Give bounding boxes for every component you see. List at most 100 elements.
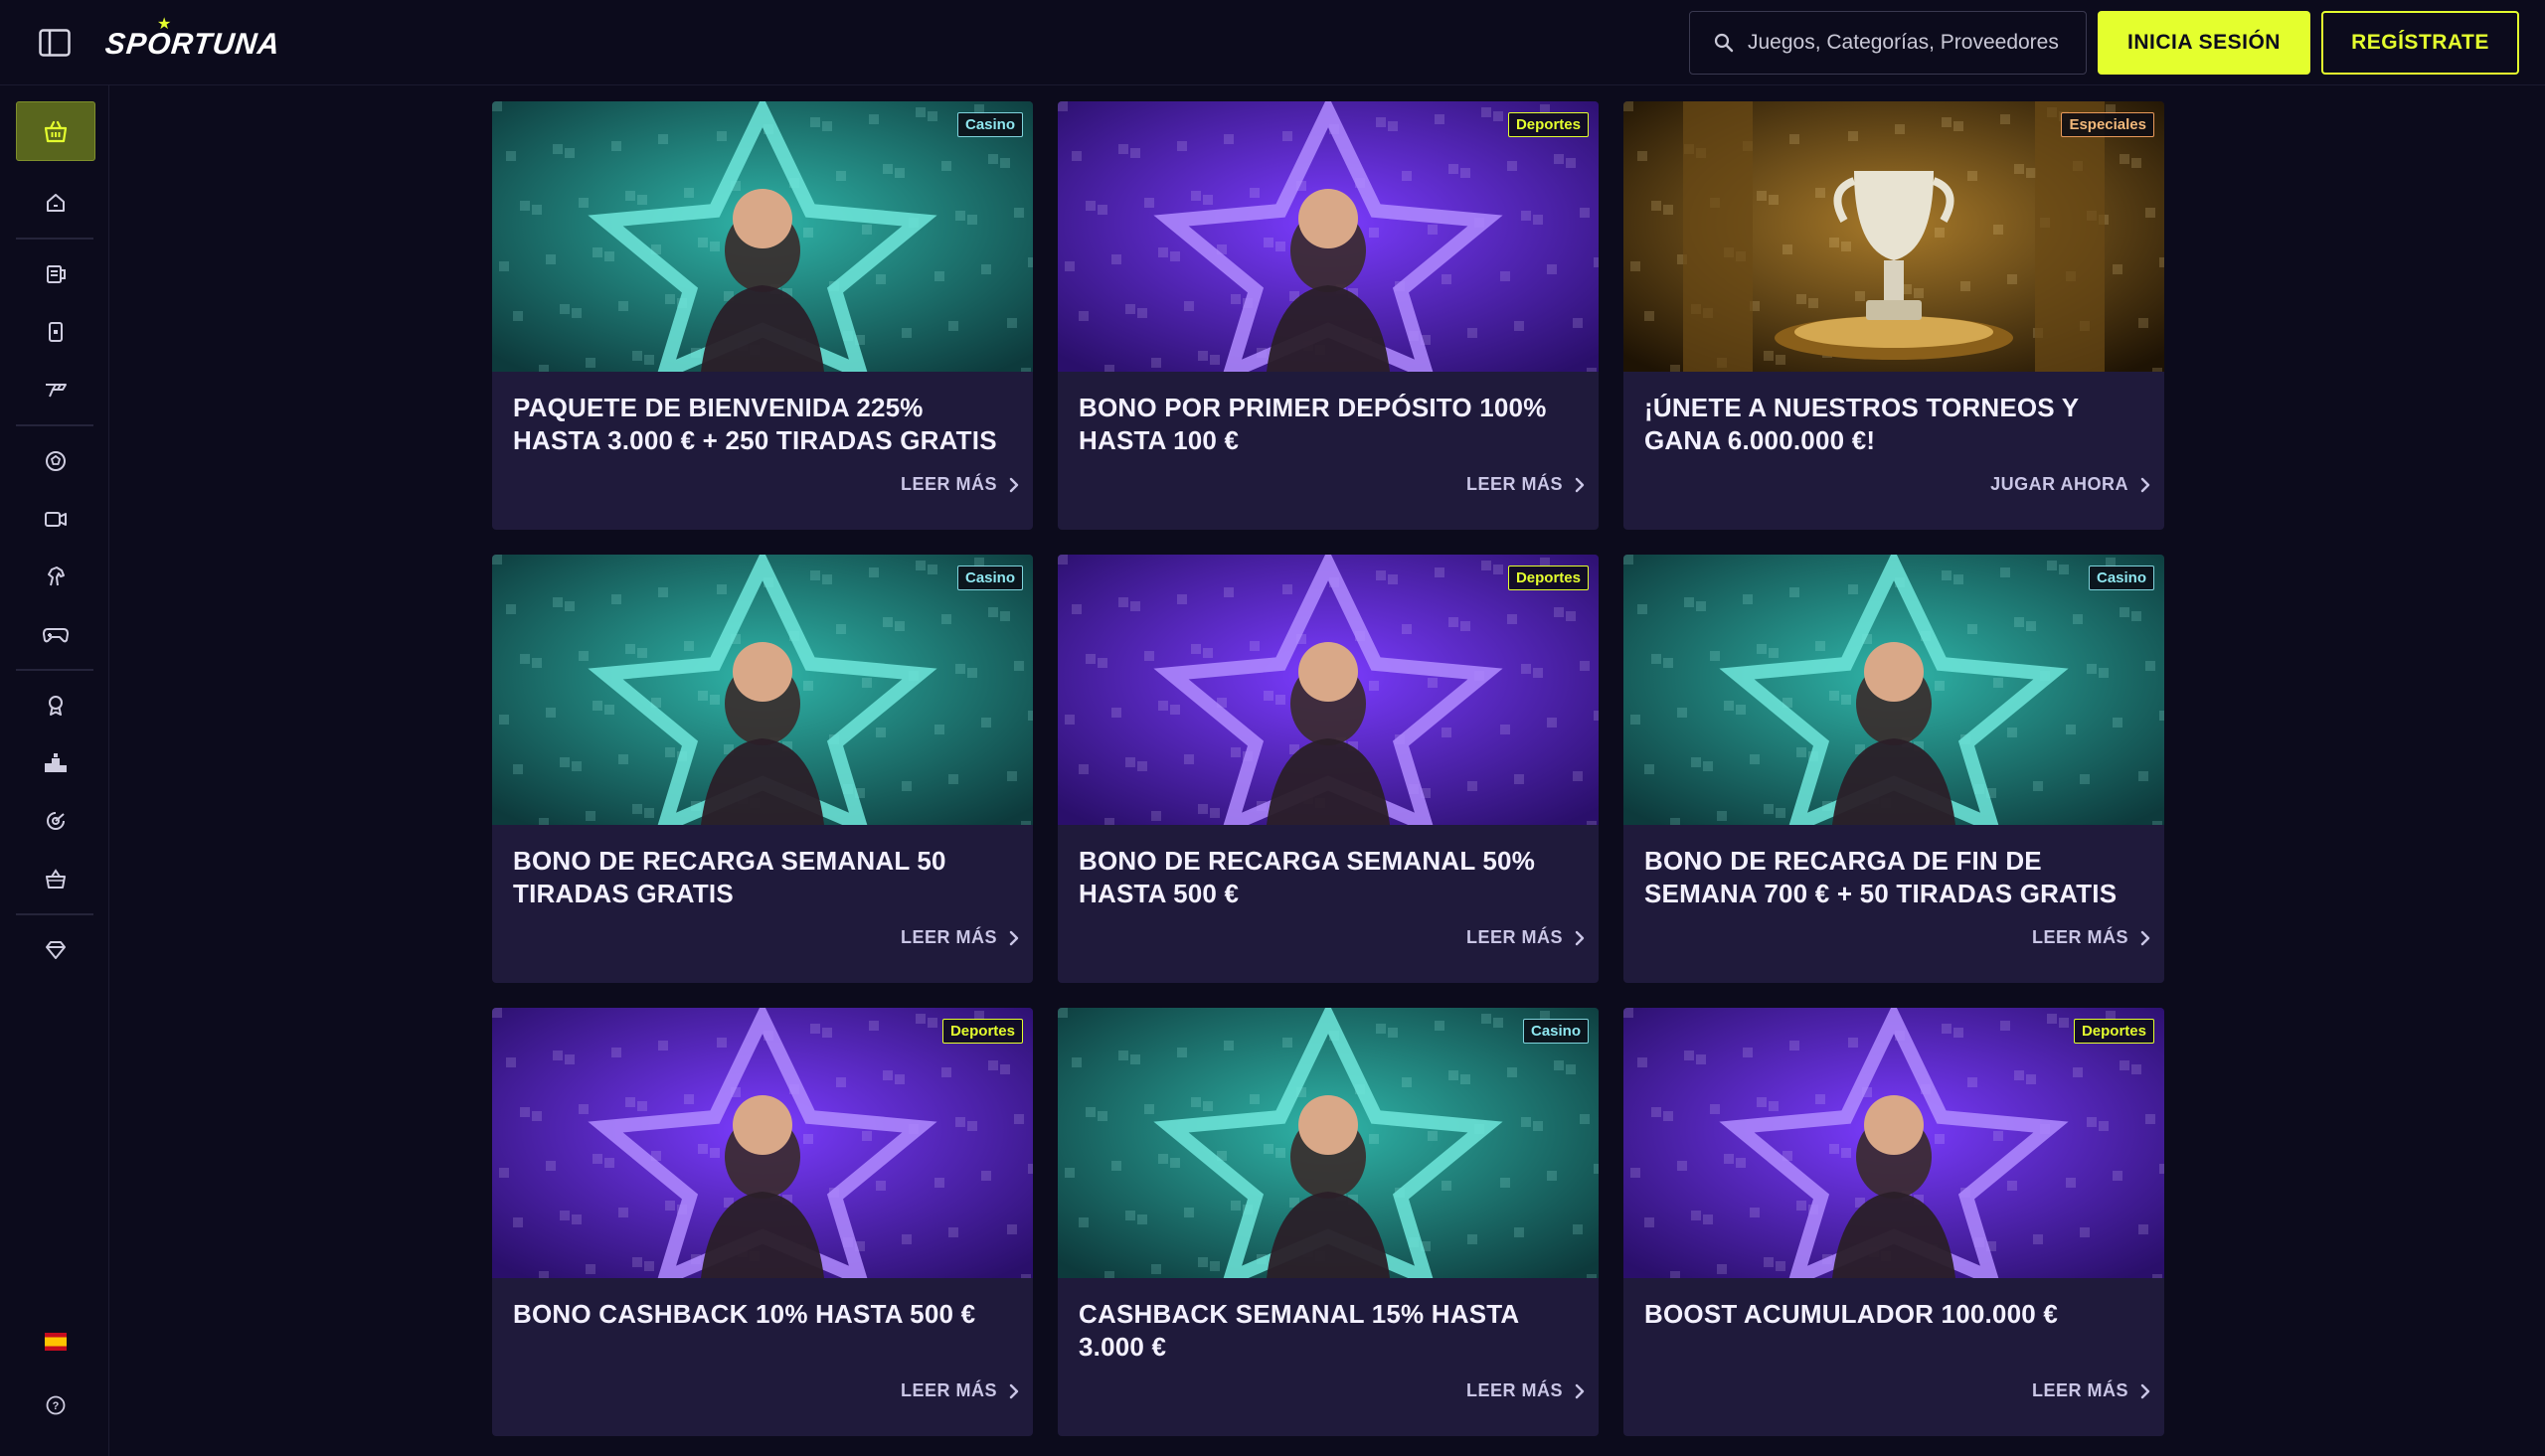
promo-read-more-link[interactable]: LEER MÁS [2032, 927, 2150, 948]
chevron-right-icon [1575, 1383, 1585, 1398]
help-button[interactable]: ? [16, 1379, 95, 1431]
promo-read-more-link[interactable]: LEER MÁS [901, 1380, 1019, 1401]
sidebar-item-rewards[interactable] [16, 680, 95, 731]
betslip-icon [47, 265, 66, 283]
promo-card[interactable]: Casino BONO DE RECARGA SEMANAL 50 TIRADA… [492, 555, 1033, 983]
brand-logo[interactable]: ★ SPORTUNA [103, 16, 282, 68]
sidebar-item-betslip[interactable] [16, 248, 95, 300]
gift-basket-icon [44, 120, 68, 143]
category-badge: Especiales [2061, 112, 2154, 137]
sidebar-toggle-icon[interactable] [38, 28, 72, 58]
promo-image [492, 101, 1033, 372]
sidebar-item-boost[interactable] [16, 364, 95, 415]
promo-image [492, 555, 1033, 825]
promo-image-wrap [1623, 1008, 2164, 1278]
phone-card-icon [49, 322, 63, 342]
promo-title: PAQUETE DE BIENVENIDA 225% HASTA 3.000 €… [513, 393, 997, 455]
chevron-right-icon [1009, 477, 1019, 492]
promo-link-label: LEER MÁS [900, 1380, 997, 1400]
promo-link-label: LEER MÁS [1465, 474, 1563, 494]
sidebar-item-vip[interactable] [16, 924, 95, 976]
gamepad-icon [43, 628, 69, 643]
search-input[interactable] [1748, 31, 2066, 55]
promo-read-more-link[interactable]: LEER MÁS [901, 474, 1019, 495]
podium-icon [45, 753, 67, 772]
promo-link-label: LEER MÁS [1465, 1380, 1563, 1400]
language-selector[interactable] [16, 1316, 95, 1368]
promo-card[interactable]: Deportes BONO CASHBACK 10% HASTA 500 € L… [492, 1008, 1033, 1436]
help-icon: ? [46, 1395, 66, 1415]
sidebar-item-home[interactable] [16, 177, 95, 229]
promo-read-more-link[interactable]: LEER MÁS [901, 927, 1019, 948]
sidebar-item-promotions[interactable] [16, 101, 95, 161]
promo-image-wrap [1058, 1008, 1599, 1278]
promo-image-wrap [1623, 555, 2164, 825]
live-camera-icon [45, 512, 67, 527]
promo-title: ¡ÚNETE A NUESTROS TORNEOS Y GANA 6.000.0… [1644, 393, 2079, 455]
wheel-icon [47, 812, 65, 830]
spain-flag-icon [45, 1333, 67, 1351]
promo-read-more-link[interactable]: JUGAR AHORA [1990, 474, 2150, 495]
promo-image [1058, 555, 1599, 825]
chevron-right-icon [2140, 930, 2150, 945]
promo-card[interactable]: Casino CASHBACK SEMANAL 15% HASTA 3.000 … [1058, 1008, 1599, 1436]
category-badge: Deportes [1507, 112, 1589, 137]
promo-image [1623, 1008, 2164, 1278]
promo-read-more-link[interactable]: LEER MÁS [2032, 1380, 2150, 1401]
category-badge: Casino [956, 566, 1023, 590]
svg-text:?: ? [53, 1400, 60, 1412]
promo-read-more-link[interactable]: LEER MÁS [1466, 474, 1585, 495]
promo-card[interactable]: Especiales ¡ÚNETE A NUESTROS TORNEOS Y G… [1623, 101, 2164, 530]
promo-title: BOOST ACUMULADOR 100.000 € [1644, 1299, 2058, 1329]
promo-image-wrap [492, 1008, 1033, 1278]
promo-card[interactable]: Casino BONO DE RECARGA DE FIN DE SEMANA … [1623, 555, 2164, 983]
promo-image [1623, 101, 2164, 372]
sidebar-item-esports[interactable] [16, 608, 95, 660]
promo-link-label: LEER MÁS [2031, 1380, 2128, 1400]
promo-image-wrap [1623, 101, 2164, 372]
login-button[interactable]: INICIA SESIÓN [2098, 11, 2310, 75]
register-button[interactable]: REGÍSTRATE [2321, 11, 2519, 75]
promo-title: BONO POR PRIMER DEPÓSITO 100% HASTA 100 … [1079, 393, 1547, 455]
chevron-right-icon [1575, 930, 1585, 945]
sidebar-divider [16, 424, 93, 426]
promo-link-label: LEER MÁS [900, 927, 997, 947]
sidebar-item-wheel[interactable] [16, 795, 95, 847]
promo-link-label: LEER MÁS [1465, 927, 1563, 947]
logo-text: SPORTUNA [103, 28, 282, 61]
promo-read-more-link[interactable]: LEER MÁS [1466, 1380, 1585, 1401]
promo-card[interactable]: Deportes BOOST ACUMULADOR 100.000 € LEER… [1623, 1008, 2164, 1436]
promo-read-more-link[interactable]: LEER MÁS [1466, 927, 1585, 948]
promo-card[interactable]: Casino PAQUETE DE BIENVENIDA 225% HASTA … [492, 101, 1033, 530]
sidebar-item-live[interactable] [16, 493, 95, 545]
promo-image [1058, 1008, 1599, 1278]
category-badge: Casino [956, 112, 1023, 137]
sidebar-item-shop[interactable] [16, 853, 95, 904]
promo-image [1058, 101, 1599, 372]
promo-image-wrap [492, 555, 1033, 825]
left-sidebar: ? [0, 85, 109, 1456]
sidebar-item-mobile[interactable] [16, 306, 95, 358]
promo-title: BONO CASHBACK 10% HASTA 500 € [513, 1299, 976, 1329]
promo-title: BONO DE RECARGA SEMANAL 50 TIRADAS GRATI… [513, 846, 946, 908]
horse-icon [48, 566, 65, 586]
chevron-right-icon [1009, 930, 1019, 945]
diamond-icon [46, 941, 66, 959]
promo-link-label: LEER MÁS [900, 474, 997, 494]
sidebar-item-racing[interactable] [16, 551, 95, 602]
search-icon [1714, 33, 1734, 53]
promo-link-label: JUGAR AHORA [1990, 474, 2128, 494]
category-badge: Deportes [1507, 566, 1589, 590]
sidebar-item-tournaments[interactable] [16, 737, 95, 789]
sidebar-divider [16, 238, 93, 240]
promo-card[interactable]: Deportes BONO POR PRIMER DEPÓSITO 100% H… [1058, 101, 1599, 530]
promo-image [1623, 555, 2164, 825]
chevron-right-icon [1009, 1383, 1019, 1398]
promo-link-label: LEER MÁS [2031, 927, 2128, 947]
category-badge: Deportes [941, 1019, 1023, 1044]
search-box[interactable] [1689, 11, 2087, 75]
promo-card[interactable]: Deportes BONO DE RECARGA SEMANAL 50% HAS… [1058, 555, 1599, 983]
sidebar-item-sports[interactable] [16, 435, 95, 487]
home-icon [47, 194, 65, 212]
chevron-right-icon [2140, 1383, 2150, 1398]
